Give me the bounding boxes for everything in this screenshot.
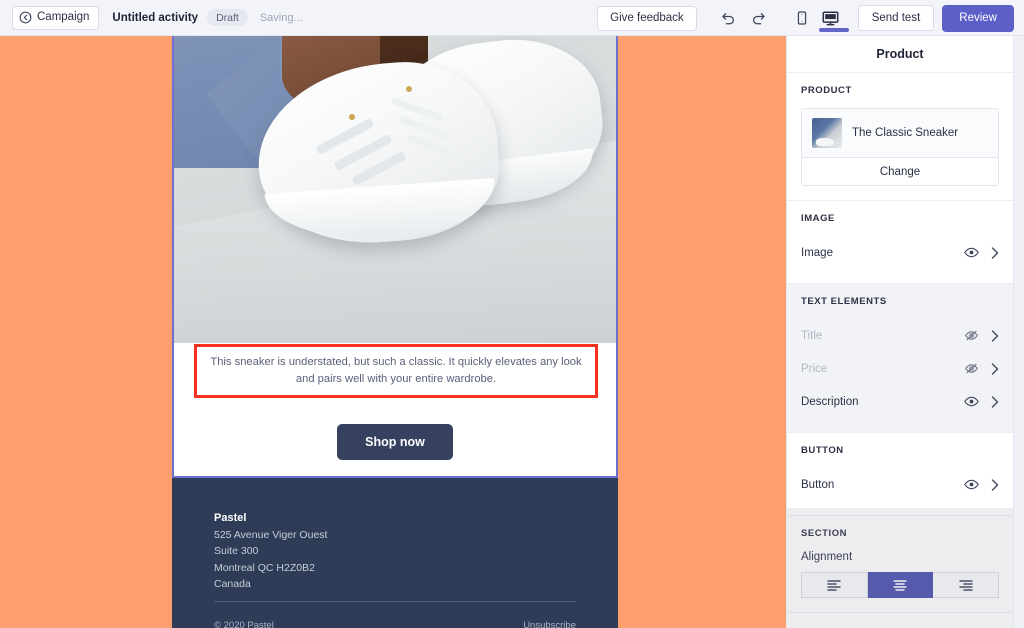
alignment-control-group: [801, 572, 1000, 598]
change-product-button[interactable]: Change: [802, 157, 998, 185]
align-right-button[interactable]: [933, 572, 1000, 598]
device-preview-toggle: [789, 5, 849, 32]
panel-row-image[interactable]: Image: [801, 236, 999, 269]
chevron-right-icon[interactable]: [991, 395, 999, 408]
panel-row-image-controls: [964, 246, 999, 259]
align-left-button[interactable]: [801, 572, 868, 598]
panel-row-image-label: Image: [801, 246, 833, 259]
eye-off-icon[interactable]: [964, 329, 979, 342]
panel-section-text-elements: TEXT ELEMENTS Title Price Description: [787, 284, 1013, 433]
history-controls: [715, 5, 773, 31]
align-center-button[interactable]: [867, 572, 934, 598]
status-badge: Draft: [207, 9, 248, 26]
align-center-icon: [893, 579, 907, 591]
panel-row-description-label: Description: [801, 395, 859, 408]
panel-row-description[interactable]: Description: [801, 385, 999, 418]
footer-address-line: Montreal QC H2Z0B2: [214, 561, 315, 574]
panel-scroll-rail[interactable]: [1014, 36, 1024, 628]
circle-arrow-left-icon: [19, 11, 32, 24]
footer-brand: Pastel: [214, 512, 247, 524]
chevron-right-icon[interactable]: [991, 478, 999, 491]
app-root: Campaign Untitled activity Draft Saving.…: [0, 0, 1024, 628]
product-name: The Classic Sneaker: [852, 127, 959, 139]
review-button[interactable]: Review: [942, 4, 1014, 32]
panel-row-title-label: Title: [801, 329, 823, 342]
panel-section-product: PRODUCT The Classic Sneaker Change: [787, 73, 1013, 201]
chevron-right-icon[interactable]: [991, 362, 999, 375]
eye-off-icon[interactable]: [964, 362, 979, 375]
back-to-campaign-button[interactable]: Campaign: [12, 5, 100, 30]
panel-row-price-label: Price: [801, 362, 828, 375]
panel-row-title[interactable]: Title: [801, 319, 999, 352]
footer-address: 525 Avenue Viger Ouest Suite 300 Montrea…: [214, 527, 576, 592]
properties-panel: Product PRODUCT The Classic Sneaker Chan…: [786, 36, 1014, 628]
panel-section-button: BUTTON Button: [787, 433, 1013, 516]
send-test-button[interactable]: Send test: [857, 5, 935, 31]
activity-title: Untitled activity: [112, 11, 199, 24]
saving-status: Saving...: [259, 11, 303, 24]
section-heading-section: SECTION: [801, 528, 848, 539]
footer-address-line: Canada: [214, 577, 251, 590]
panel-section-section: SECTION Alignment: [787, 516, 1013, 613]
panel-row-price[interactable]: Price: [801, 352, 999, 385]
email-body: This sneaker is understated, but such a …: [172, 36, 618, 628]
email-canvas[interactable]: This sneaker is understated, but such a …: [0, 36, 788, 628]
footer-copyright: © 2020 Pastel: [214, 620, 274, 628]
section-heading-product: PRODUCT: [801, 85, 852, 96]
product-row[interactable]: The Classic Sneaker: [802, 109, 998, 157]
panel-row-button-controls: [964, 478, 999, 491]
selected-section-outline: [172, 36, 618, 478]
give-feedback-button[interactable]: Give feedback: [597, 5, 697, 31]
chevron-right-icon[interactable]: [991, 329, 999, 342]
footer-unsubscribe-link[interactable]: Unsubscribe: [523, 620, 576, 628]
undo-icon: [719, 10, 736, 27]
email-footer: Pastel 525 Avenue Viger Ouest Suite 300 …: [172, 478, 618, 628]
top-toolbar-actions: Give feedback Send test Review: [597, 0, 1014, 36]
mobile-preview-icon: [794, 10, 810, 26]
desktop-preview-icon: [821, 9, 840, 28]
section-heading-image: IMAGE: [801, 213, 835, 224]
panel-row-price-controls: [964, 362, 999, 375]
eye-icon[interactable]: [964, 246, 979, 259]
product-thumbnail-icon: [812, 118, 842, 148]
section-heading-button: BUTTON: [801, 445, 844, 456]
panel-row-button-label: Button: [801, 478, 835, 491]
align-left-icon: [827, 579, 842, 591]
back-to-campaign-label: Campaign: [37, 10, 90, 23]
panel-title: Product: [787, 36, 1013, 73]
eye-icon[interactable]: [964, 478, 979, 491]
send-test-label: Send test: [871, 12, 921, 24]
undo-button[interactable]: [715, 5, 741, 31]
panel-row-title-controls: [964, 329, 999, 342]
top-toolbar: Campaign Untitled activity Draft Saving.…: [0, 0, 1024, 36]
footer-address-line: Suite 300: [214, 545, 259, 558]
active-device-indicator: [818, 28, 849, 32]
alignment-label: Alignment: [801, 551, 853, 563]
footer-legal-row: © 2020 Pastel Unsubscribe: [214, 620, 576, 628]
mobile-preview-button[interactable]: [789, 5, 815, 31]
redo-button[interactable]: [747, 5, 773, 31]
panel-row-button[interactable]: Button: [801, 468, 999, 501]
section-heading-text-elements: TEXT ELEMENTS: [801, 296, 887, 307]
align-right-icon: [958, 579, 973, 591]
eye-icon[interactable]: [964, 395, 979, 408]
footer-divider: [214, 601, 576, 602]
give-feedback-label: Give feedback: [610, 12, 684, 24]
panel-section-image: IMAGE Image: [787, 201, 1013, 284]
redo-icon: [751, 10, 768, 27]
product-card: The Classic Sneaker Change: [801, 108, 999, 186]
chevron-right-icon[interactable]: [991, 246, 999, 259]
review-label: Review: [959, 12, 997, 24]
footer-address-line: 525 Avenue Viger Ouest: [214, 529, 328, 541]
panel-row-description-controls: [964, 395, 999, 408]
